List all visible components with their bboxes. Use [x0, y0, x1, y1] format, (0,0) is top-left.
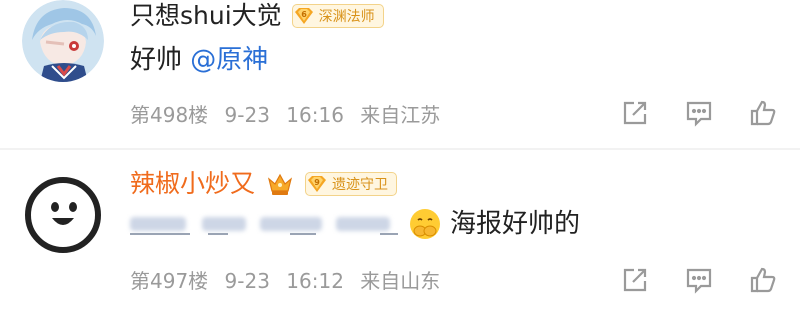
share-icon[interactable]	[620, 98, 650, 128]
like-icon[interactable]	[748, 98, 778, 128]
comment-location: 来自山东	[360, 269, 441, 293]
reply-icon[interactable]	[684, 265, 714, 295]
level-diamond-icon: 9	[306, 173, 328, 195]
username-row: 辣椒小炒又 9 遗迹守卫	[130, 168, 398, 200]
username-row: 只想shui大觉 6 深渊法师	[130, 0, 384, 32]
comment-location: 来自江苏	[360, 103, 441, 127]
hands-over-mouth-emoji	[408, 207, 442, 241]
comment-text: 海报好帅的	[130, 204, 580, 244]
comment-time: 16:12	[286, 269, 344, 293]
crown-icon[interactable]	[265, 170, 295, 198]
username[interactable]: 只想shui大觉	[130, 0, 282, 32]
comment-item: 只想shui大觉 6 深渊法师 好帅 @原神 第498楼 9-23 16:16 …	[0, 0, 800, 148]
avatar[interactable]	[22, 0, 104, 82]
comment-item: 辣椒小炒又 9 遗迹守卫 海报好帅的 第497楼 9-23 16:12 来自山东	[0, 150, 800, 314]
svg-text:9: 9	[314, 178, 320, 187]
comment-time: 16:16	[286, 103, 344, 127]
comment-meta: 第498楼 9-23 16:16 来自江苏	[130, 101, 440, 129]
fan-level-badge[interactable]: 6 深渊法师	[291, 4, 384, 28]
badge-title: 深渊法师	[318, 9, 375, 25]
comment-meta: 第497楼 9-23 16:12 来自山东	[130, 267, 440, 295]
comment-actions	[620, 265, 778, 295]
comment-actions	[620, 98, 778, 128]
reply-icon[interactable]	[684, 98, 714, 128]
comment-content: 海报好帅的	[450, 209, 581, 239]
floor-number: 第498楼	[130, 103, 209, 127]
fan-level-badge[interactable]: 9 遗迹守卫	[305, 172, 398, 196]
svg-text:6: 6	[301, 10, 307, 19]
like-icon[interactable]	[748, 265, 778, 295]
mention-link[interactable]: @原神	[190, 45, 268, 75]
comment-text: 好帅 @原神	[130, 40, 268, 80]
share-icon[interactable]	[620, 265, 650, 295]
comment-content: 好帅	[130, 45, 183, 75]
floor-number: 第497楼	[130, 269, 209, 293]
level-diamond-icon: 6	[293, 5, 315, 27]
comment-date: 9-23	[224, 269, 270, 293]
username[interactable]: 辣椒小炒又	[130, 168, 255, 200]
avatar[interactable]	[22, 174, 104, 256]
comment-date: 9-23	[224, 103, 270, 127]
redacted-mention	[130, 213, 398, 235]
badge-title: 遗迹守卫	[332, 177, 389, 193]
